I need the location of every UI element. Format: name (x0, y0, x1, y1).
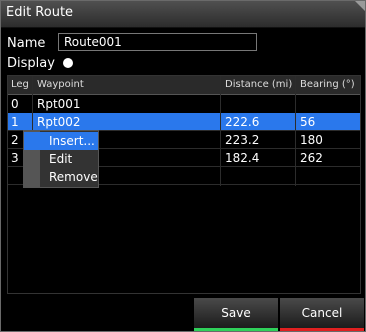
table-row-selected[interactable]: 1 Rpt002 222.6 56 (8, 113, 360, 131)
dialog-title: Edit Route (6, 5, 74, 20)
display-toggle[interactable] (63, 58, 73, 68)
route-name-value: Route001 (64, 35, 122, 49)
header-bearing: Bearing (°) (300, 79, 355, 90)
save-button[interactable]: Save (194, 298, 278, 331)
title-bar: Edit Route (1, 1, 365, 28)
menu-item-remove[interactable]: Remove (24, 168, 98, 186)
leg-cell: 1 (11, 115, 19, 129)
table-row[interactable]: 0 Rpt001 (8, 95, 360, 113)
waypoint-cell: Rpt002 (37, 115, 81, 129)
menu-item-edit[interactable]: Edit (24, 150, 98, 168)
display-label: Display (7, 56, 55, 71)
header-distance: Distance (mi) (225, 79, 293, 90)
menu-item-label: Edit (49, 152, 73, 166)
waypoint-cell: Rpt001 (37, 97, 81, 111)
row-context-menu: Insert... Edit Remove (23, 130, 99, 188)
distance-cell: 223.2 (225, 133, 260, 147)
bearing-cell: 262 (300, 151, 323, 165)
edit-route-dialog: Edit Route Name Route001 Display Leg Way… (0, 0, 366, 332)
menu-item-label: Remove (49, 170, 98, 184)
menu-item-label: Insert... (49, 134, 95, 148)
header-waypoint: Waypoint (37, 79, 84, 90)
distance-cell: 182.4 (225, 151, 260, 165)
bearing-cell: 180 (300, 133, 323, 147)
header-leg: Leg (11, 79, 29, 90)
leg-cell: 3 (11, 151, 19, 165)
leg-cell: 0 (11, 97, 19, 111)
table-header: Leg Waypoint Distance (mi) Bearing (°) (8, 76, 360, 95)
corner-marker-icon (355, 1, 365, 11)
menu-item-insert[interactable]: Insert... (24, 132, 98, 150)
cancel-button[interactable]: Cancel (280, 298, 364, 331)
column-divider (295, 76, 296, 186)
name-label: Name (7, 36, 46, 51)
distance-cell: 222.6 (225, 115, 260, 129)
leg-cell: 2 (11, 133, 19, 147)
bearing-cell: 56 (300, 115, 316, 129)
column-divider (220, 76, 221, 186)
